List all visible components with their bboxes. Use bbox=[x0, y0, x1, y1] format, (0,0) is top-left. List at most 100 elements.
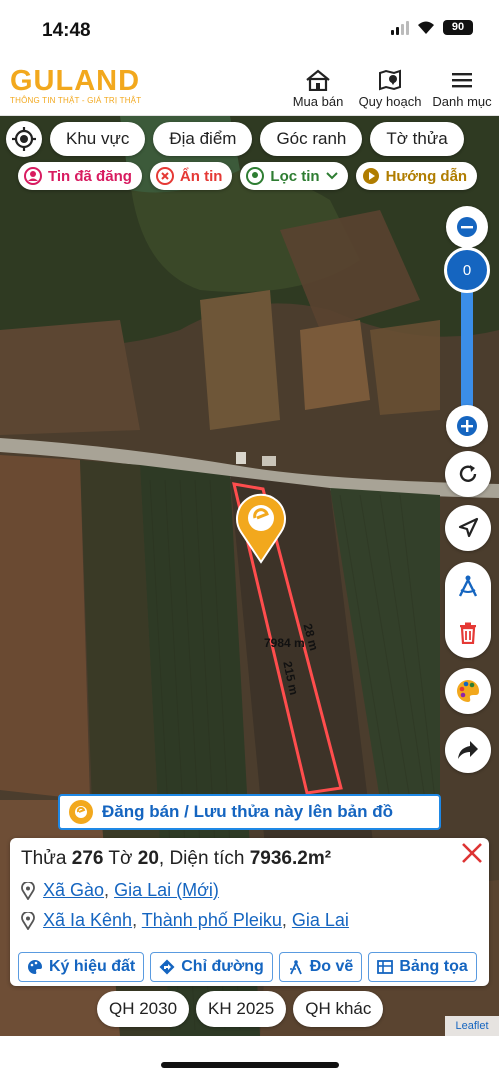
pill-label: Lọc tin bbox=[270, 167, 320, 185]
plan-qh-2030[interactable]: QH 2030 bbox=[97, 991, 190, 1027]
map-pin-icon bbox=[378, 68, 402, 92]
compass-drawing-icon bbox=[458, 575, 478, 597]
close-icon bbox=[462, 843, 482, 863]
refresh-button[interactable] bbox=[445, 451, 491, 497]
user-circle-icon bbox=[24, 167, 42, 185]
old-province-link[interactable]: Gia Lai bbox=[292, 910, 349, 930]
new-commune-link[interactable]: Xã Gào bbox=[43, 880, 104, 900]
header-nav: Mua bán Quy hoạch Danh mục bbox=[289, 68, 492, 109]
directions-button[interactable]: Chỉ đường bbox=[150, 952, 273, 982]
edge-label-perimeter: 7984 m bbox=[264, 636, 305, 650]
new-province-link[interactable]: Gia Lai (Mới) bbox=[114, 880, 219, 900]
chip-goc-ranh[interactable]: Góc ranh bbox=[260, 122, 363, 156]
logo-tagline: THÔNG TIN THẬT - GIÁ TRỊ THẬT bbox=[10, 96, 142, 105]
parcel-actions: Ký hiệu đất Chỉ đường Đo vẽ Bảng tọa bbox=[18, 952, 477, 982]
app-header: GULAND THÔNG TIN THẬT - GIÁ TRỊ THẬT Mua… bbox=[0, 62, 499, 116]
status-icons: 90 bbox=[391, 20, 473, 35]
zoom-slider-handle[interactable]: 0 bbox=[444, 247, 490, 293]
play-circle-icon bbox=[362, 168, 379, 184]
guland-pin-icon bbox=[69, 800, 93, 824]
pill-label: Hướng dẫn bbox=[385, 167, 468, 185]
palette-icon bbox=[28, 960, 42, 974]
map-attribution[interactable]: Leaflet bbox=[445, 1016, 499, 1036]
old-city-link[interactable]: Thành phố Pleiku bbox=[142, 910, 282, 930]
palette-icon bbox=[457, 680, 479, 702]
zoom-out-button[interactable] bbox=[446, 206, 488, 248]
directions-icon bbox=[159, 959, 175, 975]
action-label: Chỉ đường bbox=[181, 958, 264, 975]
parcel-title: Thửa 276 Tờ 20, Diện tích 7936.2m² bbox=[21, 848, 331, 870]
plan-kh-2025[interactable]: KH 2025 bbox=[196, 991, 287, 1027]
old-address: Xã Ia Kênh, Thành phố Pleiku, Gia Lai bbox=[21, 910, 349, 931]
pill-label: Ẩn tin bbox=[179, 167, 223, 185]
nav-quy-hoach[interactable]: Quy hoạch bbox=[358, 68, 422, 109]
share-button[interactable] bbox=[445, 727, 491, 773]
parcel-info-card: Thửa 276 Tờ 20, Diện tích 7936.2m² Xã Gà… bbox=[10, 838, 489, 986]
to-number: 20 bbox=[137, 848, 159, 869]
planning-layers: QH 2030 KH 2025 QH khác bbox=[97, 991, 384, 1027]
chevron-down-icon bbox=[325, 172, 338, 180]
pill-an-tin[interactable]: Ẩn tin bbox=[149, 162, 233, 190]
refresh-icon bbox=[459, 465, 477, 482]
location-pin-icon bbox=[246, 167, 265, 185]
chip-dia-diem[interactable]: Địa điểm bbox=[153, 122, 253, 156]
close-circle-icon bbox=[155, 167, 174, 185]
nav-label: Mua bán bbox=[292, 94, 344, 109]
listing-filter-row: Tin đã đăng Ẩn tin Lọc tin Hướng dẫn bbox=[18, 162, 478, 190]
bottom-safe-area bbox=[0, 1036, 499, 1080]
old-commune-link[interactable]: Xã Ia Kênh bbox=[43, 910, 132, 930]
plus-icon bbox=[457, 416, 477, 436]
delete-drawing-button[interactable] bbox=[445, 610, 491, 656]
thua-number: 276 bbox=[71, 848, 104, 869]
measure-tool-button[interactable] bbox=[445, 564, 491, 610]
logo-text: GULAND bbox=[10, 65, 141, 97]
location-pin-icon bbox=[21, 881, 35, 900]
share-icon bbox=[458, 741, 478, 759]
area-filter-row: Khu vực Địa điểm Góc ranh Tờ thửa bbox=[6, 121, 464, 157]
map-style-button[interactable] bbox=[445, 668, 491, 714]
battery-icon: 90 bbox=[443, 20, 473, 35]
zoom-in-button[interactable] bbox=[446, 405, 488, 447]
location-marker-icon[interactable] bbox=[233, 492, 289, 564]
crosshair-icon bbox=[12, 127, 36, 151]
pill-tin-da-dang[interactable]: Tin đã đăng bbox=[18, 162, 142, 190]
nav-label: Quy hoạch bbox=[358, 94, 422, 109]
measure-button[interactable]: Đo vẽ bbox=[278, 952, 363, 982]
table-icon bbox=[377, 960, 394, 974]
pill-label: Tin đã đăng bbox=[48, 167, 132, 185]
locate-button[interactable] bbox=[6, 121, 42, 157]
status-time: 14:48 bbox=[42, 20, 91, 41]
pill-huong-dan[interactable]: Hướng dẫn bbox=[355, 162, 478, 190]
navigation-arrow-icon bbox=[458, 517, 479, 538]
nav-danh-muc[interactable]: Danh mục bbox=[432, 68, 492, 109]
guland-logo[interactable]: GULAND THÔNG TIN THẬT - GIÁ TRỊ THẬT bbox=[10, 66, 141, 105]
minus-icon bbox=[457, 217, 477, 237]
action-label: Ký hiệu đất bbox=[49, 958, 136, 975]
nav-mua-ban[interactable]: Mua bán bbox=[289, 68, 347, 109]
status-bar: 14:48 90 bbox=[0, 0, 499, 62]
signal-icon bbox=[391, 20, 409, 35]
banner-text: Đăng bán / Lưu thửa này lên bản đồ bbox=[102, 802, 393, 821]
new-address: Xã Gào, Gia Lai (Mới) bbox=[21, 880, 219, 901]
plan-qh-khac[interactable]: QH khác bbox=[293, 991, 384, 1027]
nav-label: Danh mục bbox=[432, 94, 492, 109]
menu-icon bbox=[450, 68, 474, 92]
chip-khu-vuc[interactable]: Khu vực bbox=[50, 122, 146, 156]
action-label: Bảng tọa bbox=[399, 958, 468, 975]
land-symbol-button[interactable]: Ký hiệu đất bbox=[18, 952, 145, 982]
pill-loc-tin[interactable]: Lọc tin bbox=[240, 162, 348, 190]
close-card-button[interactable] bbox=[457, 838, 487, 868]
wifi-icon bbox=[418, 21, 434, 34]
to-label: Tờ bbox=[108, 848, 133, 869]
navigate-button[interactable] bbox=[445, 505, 491, 551]
measure-icon bbox=[289, 960, 302, 975]
post-listing-banner[interactable]: Đăng bán / Lưu thửa này lên bản đồ bbox=[58, 794, 441, 830]
chip-to-thua[interactable]: Tờ thửa bbox=[370, 122, 464, 156]
area-value: 7936.2m² bbox=[249, 848, 332, 869]
app-screen: 14:48 90 GULAND THÔNG TIN THẬT - GIÁ TRỊ… bbox=[0, 0, 499, 1080]
thua-label: Thửa bbox=[21, 848, 67, 869]
house-icon bbox=[305, 68, 331, 92]
home-indicator bbox=[161, 1062, 339, 1068]
coordinates-table-button[interactable]: Bảng tọa bbox=[368, 952, 477, 982]
drawing-tools bbox=[445, 562, 491, 658]
